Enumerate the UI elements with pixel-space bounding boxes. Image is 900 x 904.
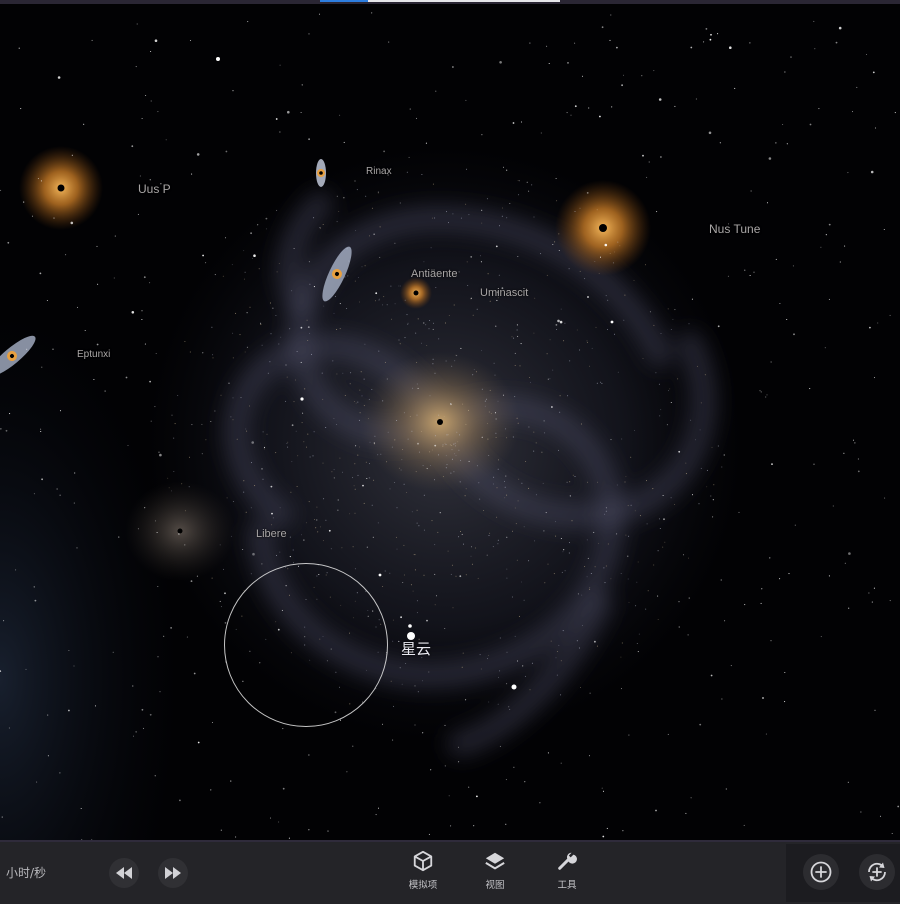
- star-antiaente[interactable]: [400, 277, 432, 309]
- star-uus-p[interactable]: [19, 146, 103, 230]
- right-control-panel: [786, 844, 900, 902]
- wrench-icon: [558, 852, 577, 870]
- tool-view[interactable]: 视图: [467, 850, 523, 898]
- selection-ring[interactable]: [224, 563, 388, 727]
- add-object-button[interactable]: [803, 854, 839, 890]
- galaxy-core-black-hole: [437, 419, 443, 425]
- fast-forward-button[interactable]: [158, 858, 188, 888]
- label-nus-tune[interactable]: Nus Tune: [709, 222, 760, 236]
- cube-icon: [413, 850, 433, 872]
- label-libere[interactable]: Libere: [256, 528, 287, 540]
- rewind-button[interactable]: [109, 858, 139, 888]
- rotate-add-button[interactable]: [859, 854, 895, 890]
- bottom-toolbar: 小时/秒 模拟项 视图 工具: [0, 840, 900, 904]
- fast-forward-icon: [165, 867, 181, 879]
- star-nus-tune[interactable]: [555, 180, 651, 276]
- label-eptunxi[interactable]: Eptunxi: [77, 349, 110, 360]
- loading-bar: [320, 0, 560, 2]
- label-selected-nebula[interactable]: 星云: [401, 638, 431, 659]
- disk-object-rinax[interactable]: [316, 159, 326, 187]
- tool-simulation-items-label: 模拟项: [408, 880, 438, 891]
- space-scene: [0, 12, 900, 840]
- loading-bar-accent: [320, 0, 368, 2]
- rotate-add-icon: [868, 862, 886, 882]
- app-window: Uus P Rinax Nus Tune Antiäente Uminascit…: [0, 0, 900, 904]
- tool-tools-label: 工具: [557, 880, 577, 891]
- tool-view-label: 视图: [485, 880, 505, 891]
- label-antiaente[interactable]: Antiäente: [411, 268, 457, 280]
- layers-icon: [485, 852, 505, 870]
- label-uus-p[interactable]: Uus P: [138, 182, 171, 196]
- gray-cluster-core: [177, 528, 183, 534]
- tool-simulation-items[interactable]: 模拟项: [395, 850, 451, 898]
- time-speed-label[interactable]: 小时/秒: [6, 864, 46, 881]
- rewind-icon: [116, 867, 132, 879]
- add-icon: [810, 861, 832, 883]
- label-uminascit[interactable]: Uminascit: [480, 287, 528, 299]
- tool-tools[interactable]: 工具: [539, 850, 595, 898]
- simulation-viewport[interactable]: Uus P Rinax Nus Tune Antiäente Uminascit…: [0, 4, 900, 840]
- label-rinax[interactable]: Rinax: [366, 166, 392, 177]
